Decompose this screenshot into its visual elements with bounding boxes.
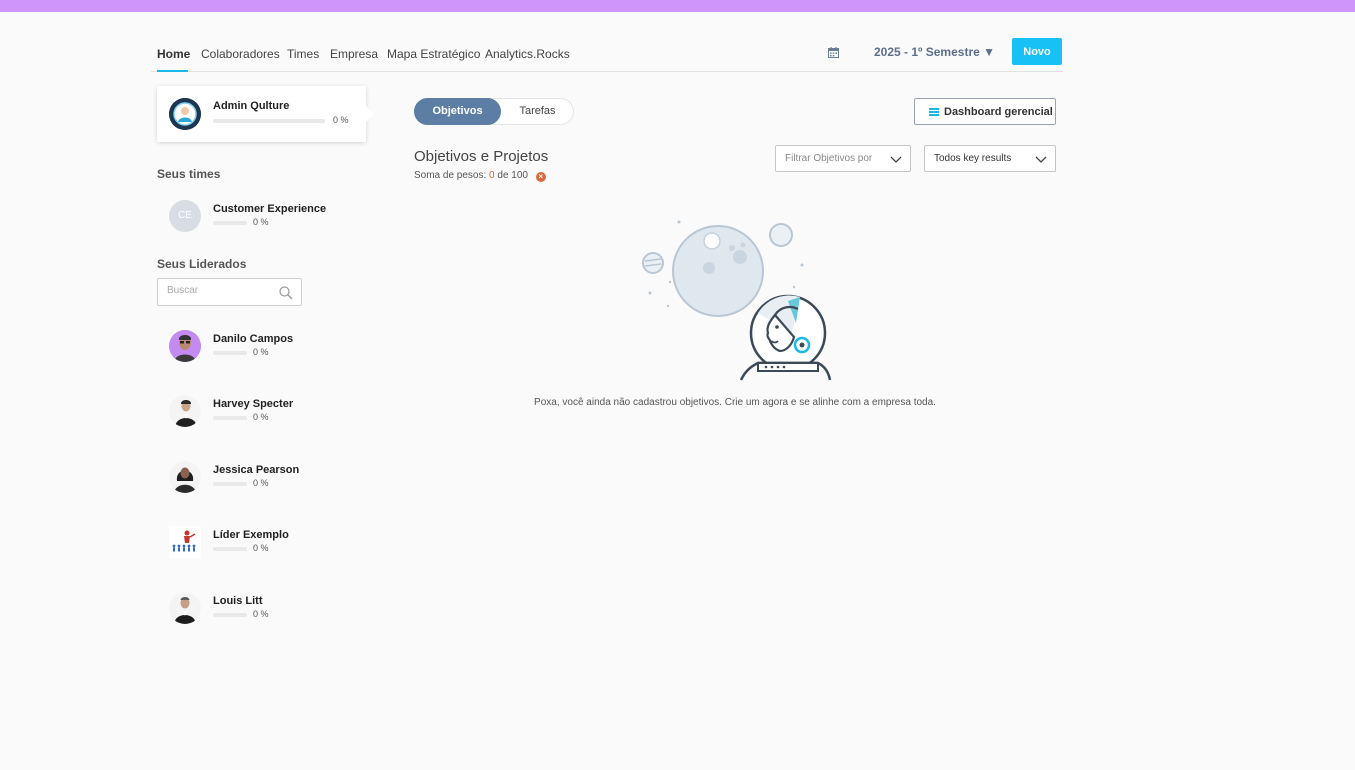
view-toggle: Objetivos Tarefas	[414, 98, 574, 125]
objectives-filter-select[interactable]: Filtrar Objetivos por	[775, 145, 911, 172]
person-photo	[169, 395, 201, 427]
top-color-strip	[0, 0, 1355, 12]
team-progress-value: 0 %	[253, 217, 269, 227]
person-name: Líder Exemplo	[213, 529, 289, 541]
chevron-down-icon	[1035, 156, 1047, 163]
tab-analytics-rocks[interactable]: Analytics.Rocks	[485, 47, 570, 61]
person-progress-bar	[213, 351, 247, 355]
current-user-progress-value: 0 %	[333, 115, 349, 125]
person-name: Jessica Pearson	[213, 464, 300, 476]
warning-icon: ×	[535, 172, 546, 182]
person-name: Louis Litt	[213, 595, 263, 607]
person-progress-bar	[213, 416, 247, 420]
person-avatar	[169, 395, 201, 427]
toggle-objetivos[interactable]: Objetivos	[414, 98, 501, 125]
semester-selector[interactable]: 2025 - 1º Semestre ▼	[874, 45, 995, 59]
user-avatar-image	[169, 98, 201, 130]
team-initials: CE	[178, 210, 192, 221]
active-tab-indicator	[157, 70, 188, 72]
new-button[interactable]: Novo	[1012, 38, 1062, 65]
person-progress-value: 0 %	[253, 478, 269, 488]
person-photo	[169, 592, 201, 624]
team-avatar: CE	[169, 200, 201, 232]
person-progress-bar	[213, 482, 247, 486]
tab-empresa[interactable]: Empresa	[330, 47, 378, 61]
tab-times[interactable]: Times	[287, 47, 319, 61]
person-photo	[169, 330, 201, 362]
user-avatar	[169, 98, 201, 130]
weights-summary: Soma de pesos: 0 de 100 ×	[414, 170, 546, 182]
person-progress-value: 0 %	[253, 347, 269, 357]
tab-home[interactable]: Home	[157, 47, 190, 61]
person-progress-bar	[213, 613, 247, 617]
weights-label: Soma de pesos:	[414, 170, 487, 181]
weights-total: de 100	[497, 170, 528, 181]
person-avatar	[169, 461, 201, 493]
chevron-down-icon	[890, 156, 902, 163]
dashboard-icon	[929, 108, 939, 116]
led-section-title: Seus Liderados	[157, 257, 247, 271]
dashboard-button-label: Dashboard gerencial	[944, 106, 1053, 118]
person-avatar	[169, 330, 201, 362]
key-results-filter-value: Todos key results	[934, 153, 1012, 164]
current-user-card[interactable]: Admin Qulture 0 %	[157, 86, 374, 142]
search-field[interactable]	[157, 278, 302, 306]
person-progress-value: 0 %	[253, 543, 269, 553]
dashboard-button[interactable]: Dashboard gerencial	[914, 98, 1056, 125]
astronaut-moon-illustration	[642, 220, 832, 381]
person-photo	[172, 530, 196, 552]
person-progress-value: 0 %	[253, 412, 269, 422]
person-avatar	[169, 526, 201, 558]
person-photo	[169, 461, 201, 493]
calendar-icon[interactable]	[828, 47, 839, 58]
main-navigation: Home Colaboradores Times Empresa Mapa Es…	[151, 36, 1063, 72]
person-progress-value: 0 %	[253, 609, 269, 619]
current-user-progress-bar	[213, 119, 325, 123]
search-icon[interactable]	[279, 286, 293, 300]
objectives-filter-placeholder: Filtrar Objetivos por	[785, 153, 873, 164]
person-name: Danilo Campos	[213, 333, 294, 345]
person-name: Harvey Specter	[213, 398, 294, 410]
person-avatar	[169, 592, 201, 624]
person-progress-bar	[213, 547, 247, 551]
team-progress-bar	[213, 221, 247, 225]
search-input[interactable]	[167, 285, 277, 296]
toggle-tarefas[interactable]: Tarefas	[501, 98, 574, 125]
tab-mapa-estrategico[interactable]: Mapa Estratégico	[387, 47, 480, 61]
team-name: Customer Experience	[213, 203, 327, 215]
teams-section-title: Seus times	[157, 167, 221, 181]
page-title: Objetivos e Projetos	[414, 148, 549, 165]
tab-colaboradores[interactable]: Colaboradores	[201, 47, 280, 61]
weights-value: 0	[489, 170, 495, 181]
empty-state-message: Poxa, você ainda não cadastrou objetivos…	[534, 397, 936, 408]
key-results-filter-select[interactable]: Todos key results	[924, 145, 1056, 172]
current-user-name: Admin Qulture	[213, 100, 290, 112]
